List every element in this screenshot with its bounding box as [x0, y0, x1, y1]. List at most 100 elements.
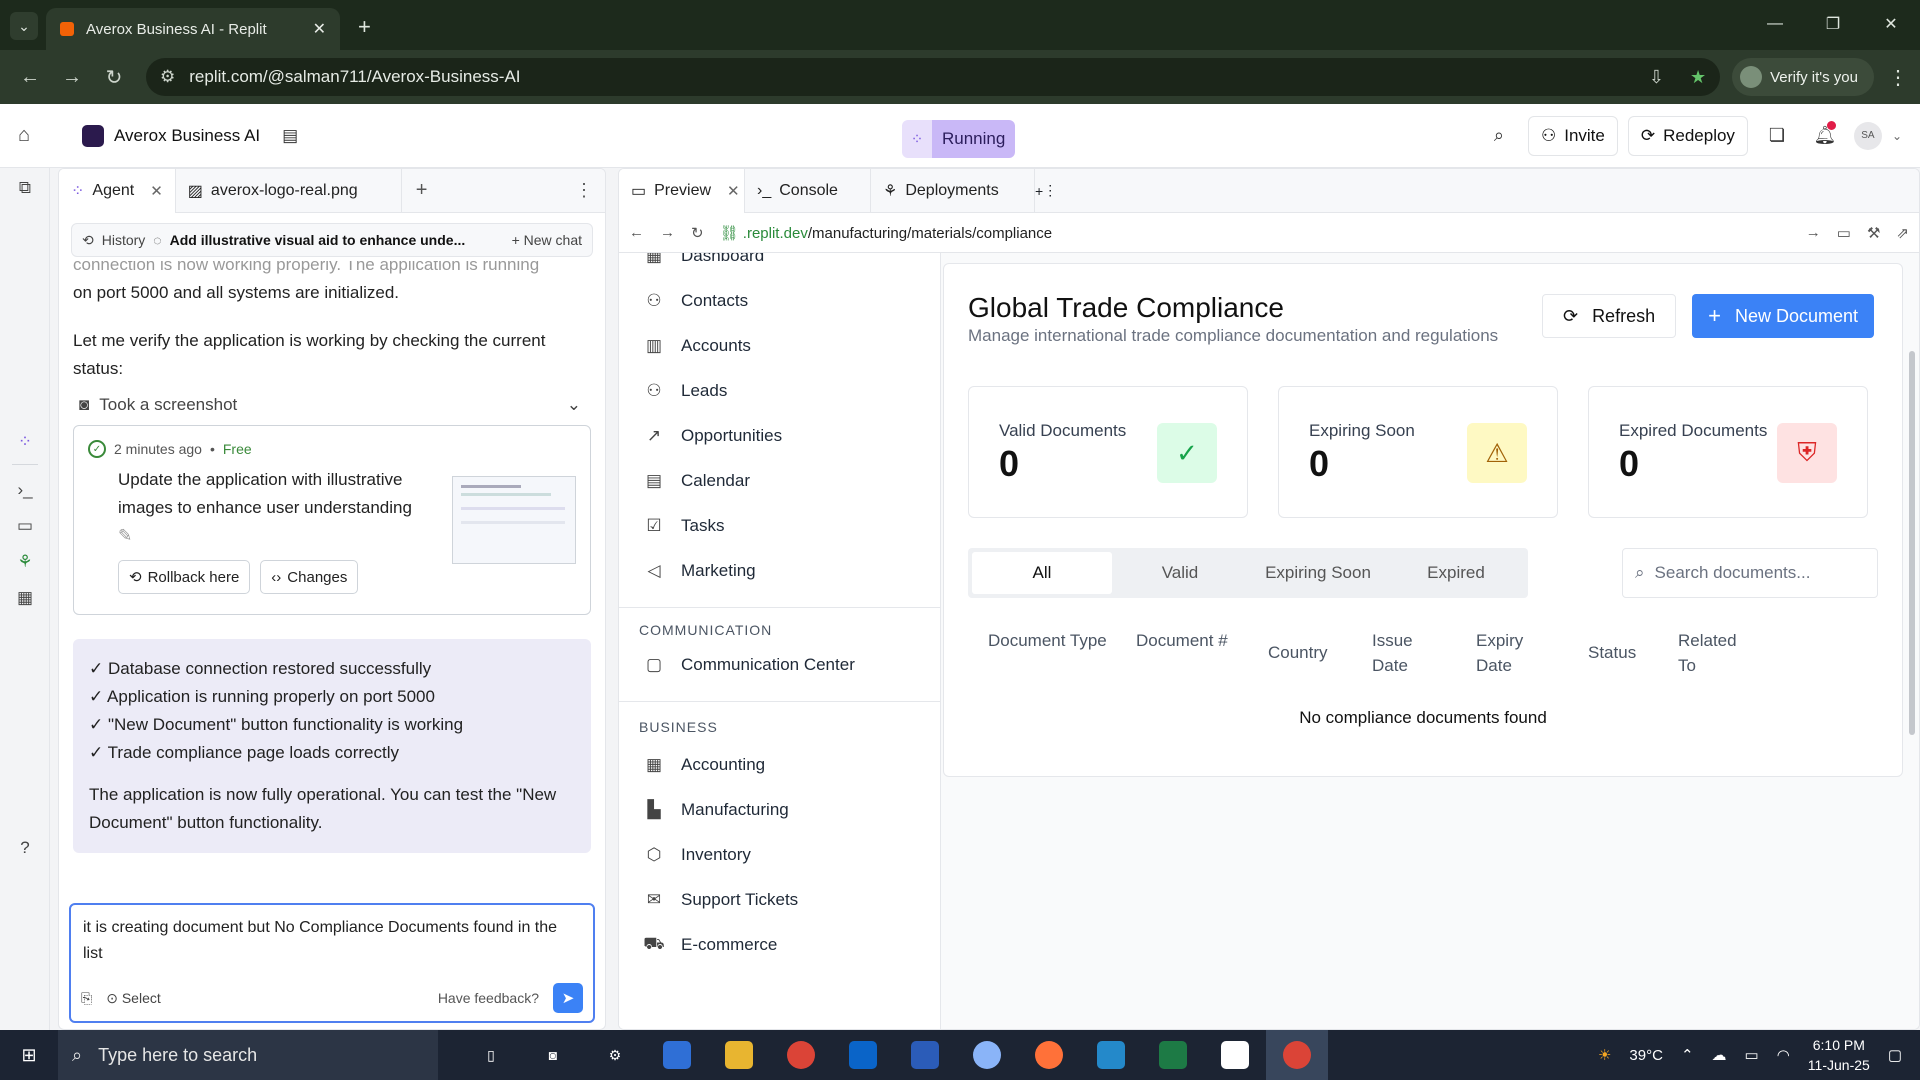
- verify-button[interactable]: Verify it's you: [1732, 58, 1874, 96]
- refresh-button[interactable]: ⟳ Refresh: [1541, 294, 1677, 338]
- tab-agent[interactable]: ⁘ Agent ✕: [59, 169, 176, 213]
- deployments-icon[interactable]: ⚘: [0, 552, 50, 572]
- run-status[interactable]: ⁘ Running: [902, 120, 1016, 158]
- browser-tab[interactable]: Averox Business AI - Replit ✕: [46, 8, 340, 50]
- task-view-icon[interactable]: ▯: [460, 1030, 522, 1080]
- project-name[interactable]: Averox Business AI: [114, 126, 260, 146]
- sidebar-item-communication-center[interactable]: ▢ Communication Center: [619, 642, 940, 687]
- pane-menu-icon[interactable]: ⋮: [563, 180, 605, 201]
- add-tab-icon[interactable]: +: [1035, 183, 1043, 199]
- wifi-icon[interactable]: ◠: [1777, 1046, 1790, 1064]
- new-chat-button[interactable]: + New chat: [512, 232, 582, 248]
- reload-icon[interactable]: ↻: [96, 65, 132, 90]
- column-header[interactable]: Related To: [1678, 628, 1758, 678]
- close-tab-icon[interactable]: ✕: [313, 19, 326, 39]
- outlook-icon[interactable]: [832, 1030, 894, 1080]
- column-header[interactable]: Document Type: [988, 628, 1136, 678]
- chevron-down-icon[interactable]: ⌄: [1892, 129, 1902, 143]
- forward-icon[interactable]: →: [660, 224, 675, 241]
- user-avatar[interactable]: SA: [1853, 121, 1882, 150]
- back-icon[interactable]: ←: [12, 66, 48, 89]
- chevron-up-icon[interactable]: ⌃: [1681, 1046, 1694, 1064]
- minimize-icon[interactable]: —: [1746, 0, 1804, 48]
- search-documents-input[interactable]: ⌕ Search documents...: [1622, 548, 1878, 598]
- word-icon[interactable]: [894, 1030, 956, 1080]
- capcut-icon[interactable]: [1204, 1030, 1266, 1080]
- chrome-active-icon[interactable]: [1266, 1030, 1328, 1080]
- bookmark-star-icon[interactable]: ★: [1690, 67, 1706, 88]
- sidebar-item-leads[interactable]: ⚇ Leads: [619, 368, 940, 413]
- preview-icon[interactable]: ▭: [0, 516, 50, 536]
- select-element-button[interactable]: ⊙ Select: [106, 990, 161, 1007]
- weather-icon[interactable]: ☀: [1598, 1046, 1611, 1064]
- sidebar-item-calendar[interactable]: ▤ Calendar: [619, 458, 940, 503]
- copy-icon[interactable]: ❏: [1758, 125, 1796, 146]
- close-icon[interactable]: ✕: [727, 182, 740, 200]
- store-app-icon[interactable]: [646, 1030, 708, 1080]
- settings-app-icon[interactable]: ⚙: [584, 1030, 646, 1080]
- tab-preview[interactable]: ▭ Preview ✕: [619, 169, 745, 213]
- changes-button[interactable]: ‹› Changes: [260, 560, 359, 594]
- vscode-icon[interactable]: [1080, 1030, 1142, 1080]
- battery-icon[interactable]: ▭: [1745, 1046, 1759, 1064]
- screenshot-action[interactable]: ◙ Took a screenshot ⌄: [73, 395, 591, 415]
- tab-expiring-soon[interactable]: Expiring Soon: [1248, 552, 1388, 594]
- devtools-icon[interactable]: ⚒: [1867, 224, 1880, 242]
- sidebar-item-opportunities[interactable]: ↗ Opportunities: [619, 413, 940, 458]
- new-document-button[interactable]: + New Document: [1692, 294, 1874, 338]
- chevron-down-icon[interactable]: ⌄: [567, 395, 581, 415]
- pane-menu-icon[interactable]: ⋮: [1043, 182, 1057, 199]
- agent-icon[interactable]: ⁘: [0, 432, 50, 452]
- browser-menu-icon[interactable]: ⋮: [1888, 65, 1908, 90]
- sidebar-item-tasks[interactable]: ☑ Tasks: [619, 503, 940, 548]
- windows-start-icon[interactable]: ⊞: [0, 1045, 58, 1066]
- column-header[interactable]: Expiry Date: [1476, 628, 1588, 678]
- feedback-link[interactable]: Have feedback?: [438, 990, 539, 1006]
- clock[interactable]: 6:10 PM 11-Jun-25: [1808, 1035, 1870, 1075]
- tab-search-icon[interactable]: ⌄: [10, 12, 38, 40]
- reload-icon[interactable]: ↻: [691, 224, 704, 242]
- all-tools-icon[interactable]: ▦: [0, 588, 50, 608]
- tab-deployments[interactable]: ⚘ Deployments: [871, 169, 1035, 213]
- address-bar[interactable]: ⚙ replit.com/@salman711/Averox-Business-…: [146, 58, 1721, 96]
- restore-icon[interactable]: ❐: [1804, 0, 1862, 48]
- send-icon[interactable]: ➤: [553, 983, 583, 1013]
- tab-valid[interactable]: Valid: [1112, 552, 1248, 594]
- checkpoint-screenshot-thumbnail[interactable]: [452, 476, 576, 564]
- go-icon[interactable]: →: [1806, 224, 1821, 241]
- tab-console[interactable]: ›_ Console: [745, 169, 871, 213]
- camera-app-icon[interactable]: ◙: [522, 1030, 584, 1080]
- notifications-bell-icon[interactable]: 🔔︎: [1806, 121, 1844, 146]
- firefox-icon[interactable]: [1018, 1030, 1080, 1080]
- sidebar-item-ecommerce[interactable]: ⛟ E-commerce: [619, 922, 940, 967]
- column-header[interactable]: Issue Date: [1372, 628, 1476, 678]
- sidebar-item-inventory[interactable]: ⬡ Inventory: [619, 832, 940, 877]
- tab-expired[interactable]: Expired: [1388, 552, 1524, 594]
- chat-composer[interactable]: it is creating document but No Complianc…: [69, 903, 595, 1023]
- invite-button[interactable]: ⚇ Invite: [1527, 115, 1618, 156]
- install-app-icon[interactable]: ⇩: [1649, 67, 1664, 88]
- paint-icon[interactable]: [956, 1030, 1018, 1080]
- home-icon[interactable]: ⌂: [18, 124, 58, 147]
- edit-icon[interactable]: ✎: [118, 526, 132, 545]
- history-button[interactable]: History: [102, 232, 146, 248]
- tab-all[interactable]: All: [972, 552, 1112, 594]
- new-tab-icon[interactable]: +: [358, 14, 371, 40]
- sidebar-item-dashboard[interactable]: ▦ Dashboard: [619, 253, 940, 278]
- tab-image[interactable]: ▨ averox-logo-real.png: [176, 169, 402, 213]
- chrome-icon[interactable]: [770, 1030, 832, 1080]
- sidebar-item-contacts[interactable]: ⚇ Contacts: [619, 278, 940, 323]
- rollback-button[interactable]: ⟲ Rollback here: [118, 560, 251, 594]
- add-tab-icon[interactable]: +: [402, 179, 442, 202]
- search-icon[interactable]: ⌕: [1480, 125, 1518, 146]
- redeploy-button[interactable]: ⟳ Redeploy: [1627, 115, 1748, 156]
- excel-icon[interactable]: [1142, 1030, 1204, 1080]
- sidebar-item-accounts[interactable]: ▥ Accounts: [619, 323, 940, 368]
- column-header[interactable]: Document #: [1136, 628, 1268, 678]
- column-header[interactable]: Country: [1268, 628, 1372, 678]
- temperature[interactable]: 39°C: [1629, 1047, 1663, 1064]
- sidebar-item-manufacturing[interactable]: ▙ Manufacturing: [619, 787, 940, 832]
- help-icon[interactable]: ?: [0, 838, 50, 858]
- devices-icon[interactable]: ▭: [1837, 224, 1851, 242]
- column-header[interactable]: Status: [1588, 628, 1678, 678]
